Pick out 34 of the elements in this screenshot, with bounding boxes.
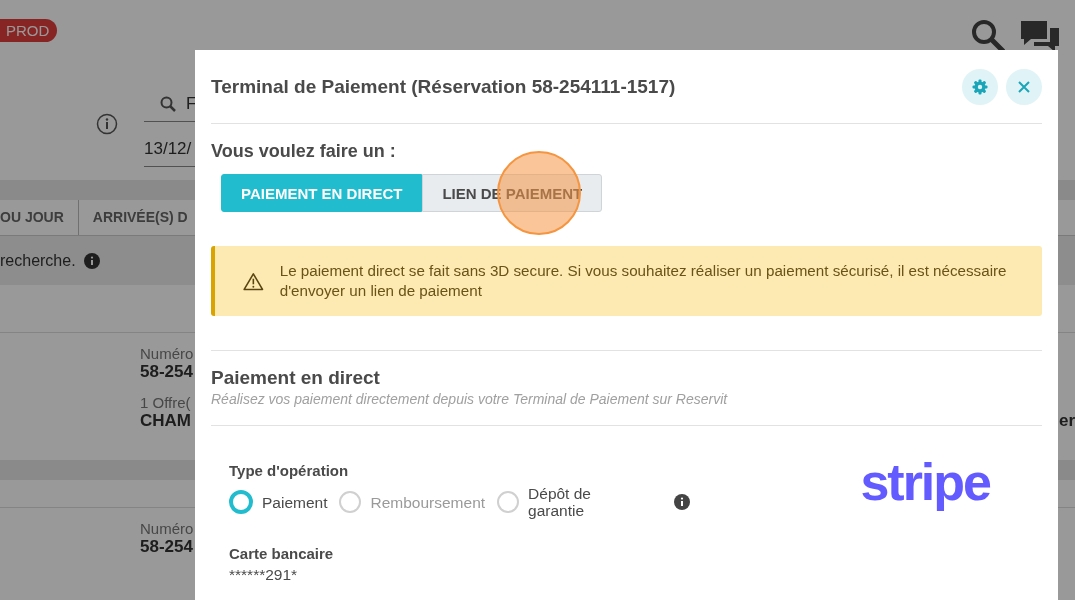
- close-button[interactable]: [1006, 68, 1042, 105]
- section-title: Paiement en direct: [211, 367, 381, 389]
- tab[interactable]: OU JOUR: [0, 199, 79, 236]
- prompt-label: Vous voulez faire un :: [211, 141, 397, 162]
- info-icon: [83, 252, 100, 269]
- room-name: CHAM: [140, 411, 192, 431]
- radio-button[interactable]: [229, 490, 253, 514]
- radio-label: Remboursement: [370, 493, 486, 511]
- booking-number-label: Numéro: [140, 520, 194, 537]
- settings-button[interactable]: [962, 68, 998, 105]
- field-label: Carte bancaire: [229, 545, 335, 562]
- column-text: er: [1058, 411, 1075, 431]
- search-icon[interactable]: [971, 19, 1005, 53]
- card-number: ******291*: [229, 566, 299, 584]
- field-label: Type d'opération: [229, 462, 350, 479]
- booking-number: 58-254: [140, 362, 194, 382]
- radio-label: Paiement: [262, 493, 328, 511]
- info-icon: [96, 113, 118, 136]
- search-hint: recherche.: [0, 251, 76, 270]
- offer-count: 1 Offre(: [140, 394, 192, 411]
- settings-icon: [972, 78, 988, 95]
- booking-number: 58-254: [140, 537, 194, 557]
- brand-logo: stripe: [860, 452, 990, 513]
- environment-badge: PROD: [0, 19, 58, 42]
- alert-text: Le paiement direct se fait sans 3D secure. Si vous souhaitez réaliser un paiement sécurisé, il est nécessaire d'envoyer un lien de paiement: [279, 261, 1008, 301]
- radio-button[interactable]: [497, 491, 520, 513]
- chat-icon[interactable]: [1019, 19, 1061, 53]
- section-subtitle: Réalisez vos paiement directement depuis votre Terminal de Paiement sur Reservit: [211, 391, 729, 407]
- search-icon: [160, 96, 176, 113]
- radio-label: Dépôt de garantie: [528, 485, 592, 519]
- close-icon: [1018, 80, 1030, 93]
- dialog-title: Terminal de Paiement (Réservation 58-254111-1517): [211, 75, 676, 98]
- booking-number-label: Numéro: [140, 345, 194, 362]
- info-icon: [674, 494, 691, 510]
